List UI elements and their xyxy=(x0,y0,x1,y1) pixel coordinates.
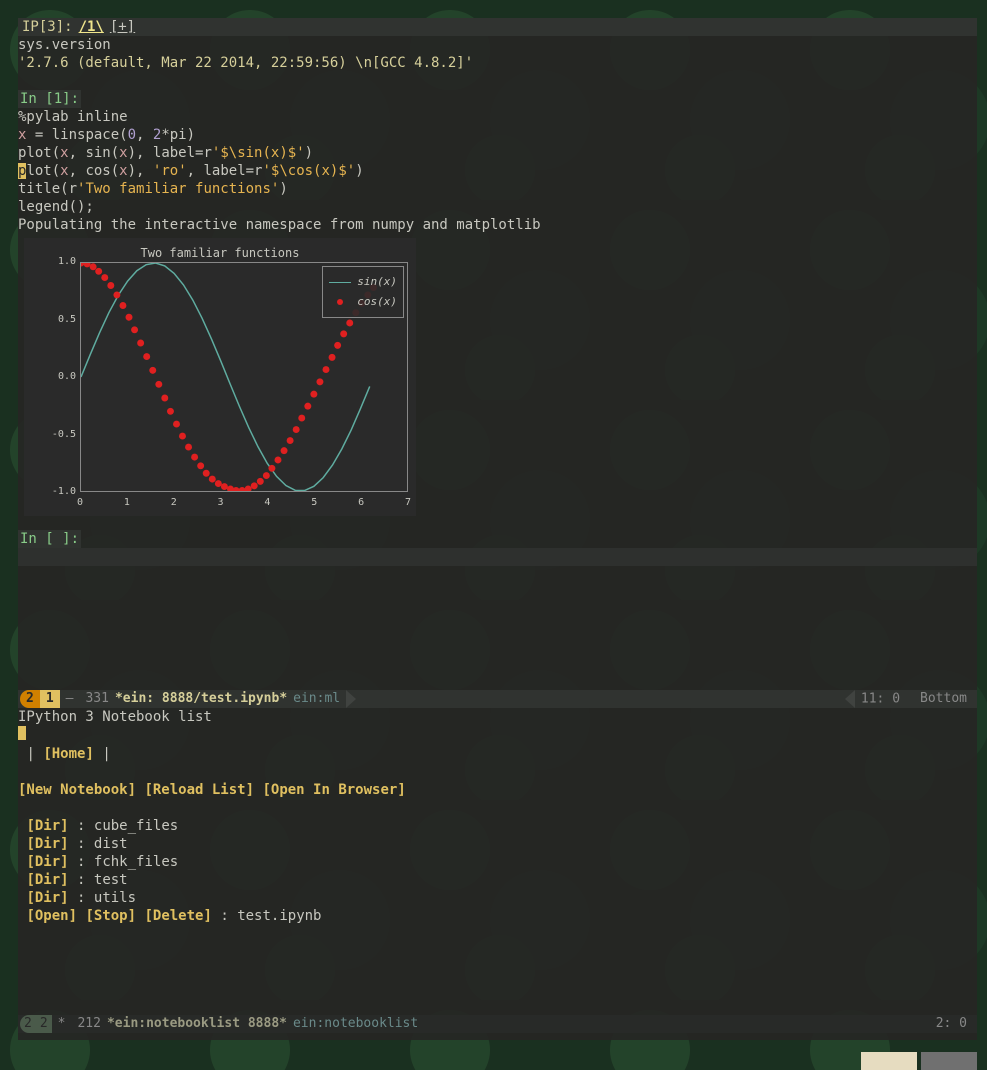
stop-nb-button[interactable]: [Stop] xyxy=(85,908,136,924)
major-mode-2: ein:notebooklist xyxy=(287,1015,424,1033)
cursor-position-2: 2: 0 xyxy=(926,1015,977,1033)
buffer-name: *ein: 8888/test.ipynb* xyxy=(115,690,287,708)
dir-row: [Dir] : utils xyxy=(18,889,977,907)
dir-row: [Dir] : dist xyxy=(18,835,977,853)
plot-title: Two familiar functions xyxy=(24,244,416,262)
open-nb-button[interactable]: [Open] xyxy=(26,908,77,924)
worksheet-header: IP[3]: /1\ [+] xyxy=(18,18,977,36)
worksheet-page[interactable]: /1\ xyxy=(79,18,104,36)
dir-name[interactable]: test xyxy=(94,872,128,888)
buffer-name-2: *ein:notebooklist 8888* xyxy=(107,1015,287,1033)
x-tick-label: 6 xyxy=(358,494,364,512)
y-tick-label: 1.0 xyxy=(58,253,76,271)
window-index-badge-2: 2 xyxy=(36,1015,52,1033)
window-index-badge: 1 xyxy=(40,690,60,708)
dir-link[interactable]: [Dir] xyxy=(26,890,68,906)
dir-link[interactable]: [Dir] xyxy=(26,836,68,852)
x-tick-label: 4 xyxy=(264,494,270,512)
dir-row: [Dir] : cube_files xyxy=(18,817,977,835)
legend-dot-icon xyxy=(329,299,351,305)
y-tick-label: 0.0 xyxy=(58,368,76,386)
x-tick-label: 5 xyxy=(311,494,317,512)
add-worksheet[interactable]: [+] xyxy=(110,18,135,36)
cursor-position: 11: 0 xyxy=(835,690,910,709)
ip-kernel-label: IP[3]: xyxy=(22,18,73,36)
window-number-badge-2: 2 xyxy=(20,1015,36,1033)
y-tick-label: 0.5 xyxy=(58,311,76,329)
code-line: %pylab inline xyxy=(18,109,128,125)
x-tick-label: 1 xyxy=(124,494,130,512)
taskbar xyxy=(861,1052,977,1070)
new-notebook-button[interactable]: [New Notebook] xyxy=(18,782,136,798)
notebook-name[interactable]: test.ipynb xyxy=(237,908,321,924)
code-line: legend(); xyxy=(18,199,94,215)
modeline-top: 2 1 — 331 *ein: 8888/test.ipynb* ein:ml … xyxy=(18,690,977,708)
plot-legend: sin(x) cos(x) xyxy=(322,266,404,318)
reload-list-button[interactable]: [Reload List] xyxy=(144,782,254,798)
matplotlib-figure: Two familiar functions -1.0 -0.5 0.0 0.5 1.0… xyxy=(24,238,416,516)
major-mode: ein:ml xyxy=(287,690,346,708)
separator-icon xyxy=(346,690,356,708)
code-line: sys.version xyxy=(18,37,111,53)
dir-link[interactable]: [Dir] xyxy=(26,872,68,888)
dir-name[interactable]: utils xyxy=(94,890,136,906)
modeline-bottom: 2 2 * 212 *ein:notebooklist 8888* ein:no… xyxy=(18,1015,977,1033)
notebook-row: [Open] [Stop] [Delete] : test.ipynb xyxy=(18,907,977,925)
x-tick-label: 7 xyxy=(405,494,411,512)
cell-1[interactable]: In [1]: %pylab inline x = linspace(0, 2*… xyxy=(18,90,977,516)
notebooklist-title: IPython 3 Notebook list xyxy=(18,708,977,726)
dir-link[interactable]: [Dir] xyxy=(26,854,68,870)
cell-code[interactable]: %pylab inline x = linspace(0, 2*pi) plot… xyxy=(18,108,977,216)
dir-link[interactable]: [Dir] xyxy=(26,818,68,834)
notebook-list-pane[interactable]: IPython 3 Notebook list | [Home] | [New … xyxy=(18,708,977,1015)
taskbar-item[interactable] xyxy=(921,1052,977,1070)
delete-nb-button[interactable]: [Delete] xyxy=(144,908,211,924)
window-number-badge: 2 xyxy=(20,690,40,708)
taskbar-item[interactable] xyxy=(861,1052,917,1070)
dir-name[interactable]: dist xyxy=(94,836,128,852)
legend-line-icon xyxy=(329,282,351,283)
x-tick-label: 2 xyxy=(171,494,177,512)
breadcrumb: | [Home] | xyxy=(18,745,977,763)
x-tick-label: 0 xyxy=(77,494,83,512)
legend-label-sin: sin(x) xyxy=(357,273,397,291)
home-link[interactable]: [Home] xyxy=(43,746,94,762)
x-tick-label: 3 xyxy=(218,494,224,512)
separator-icon xyxy=(845,690,855,708)
cell-in-prompt-empty: In [ ]: xyxy=(18,530,81,548)
notebook-pane[interactable]: IP[3]: /1\ [+] sys.version '2.7.6 (defau… xyxy=(18,18,977,690)
dir-row: [Dir] : test xyxy=(18,871,977,889)
output-string: '2.7.6 (default, Mar 22 2014, 22:59:56) … xyxy=(18,55,473,71)
action-bar: [New Notebook] [Reload List] [Open In Br… xyxy=(18,781,977,799)
empty-cell-body[interactable] xyxy=(18,548,977,566)
dir-name[interactable]: cube_files xyxy=(94,818,178,834)
minibuffer[interactable] xyxy=(18,1033,977,1051)
cell-in-prompt: In [1]: xyxy=(18,90,81,108)
cell-stdout: Populating the interactive namespace fro… xyxy=(18,216,977,234)
legend-label-cos: cos(x) xyxy=(357,293,397,311)
y-tick-label: -0.5 xyxy=(52,426,76,444)
open-in-browser-button[interactable]: [Open In Browser] xyxy=(262,782,405,798)
y-tick-label: -1.0 xyxy=(52,483,76,501)
scroll-position: Bottom xyxy=(910,690,977,708)
cell-empty[interactable]: In [ ]: xyxy=(18,530,977,566)
dir-name[interactable]: fchk_files xyxy=(94,854,178,870)
point-cursor-2 xyxy=(18,726,26,740)
cell-output-0: sys.version '2.7.6 (default, Mar 22 2014… xyxy=(18,36,977,72)
emacs-frame: IP[3]: /1\ [+] sys.version '2.7.6 (defau… xyxy=(18,18,977,1040)
dir-row: [Dir] : fchk_files xyxy=(18,853,977,871)
